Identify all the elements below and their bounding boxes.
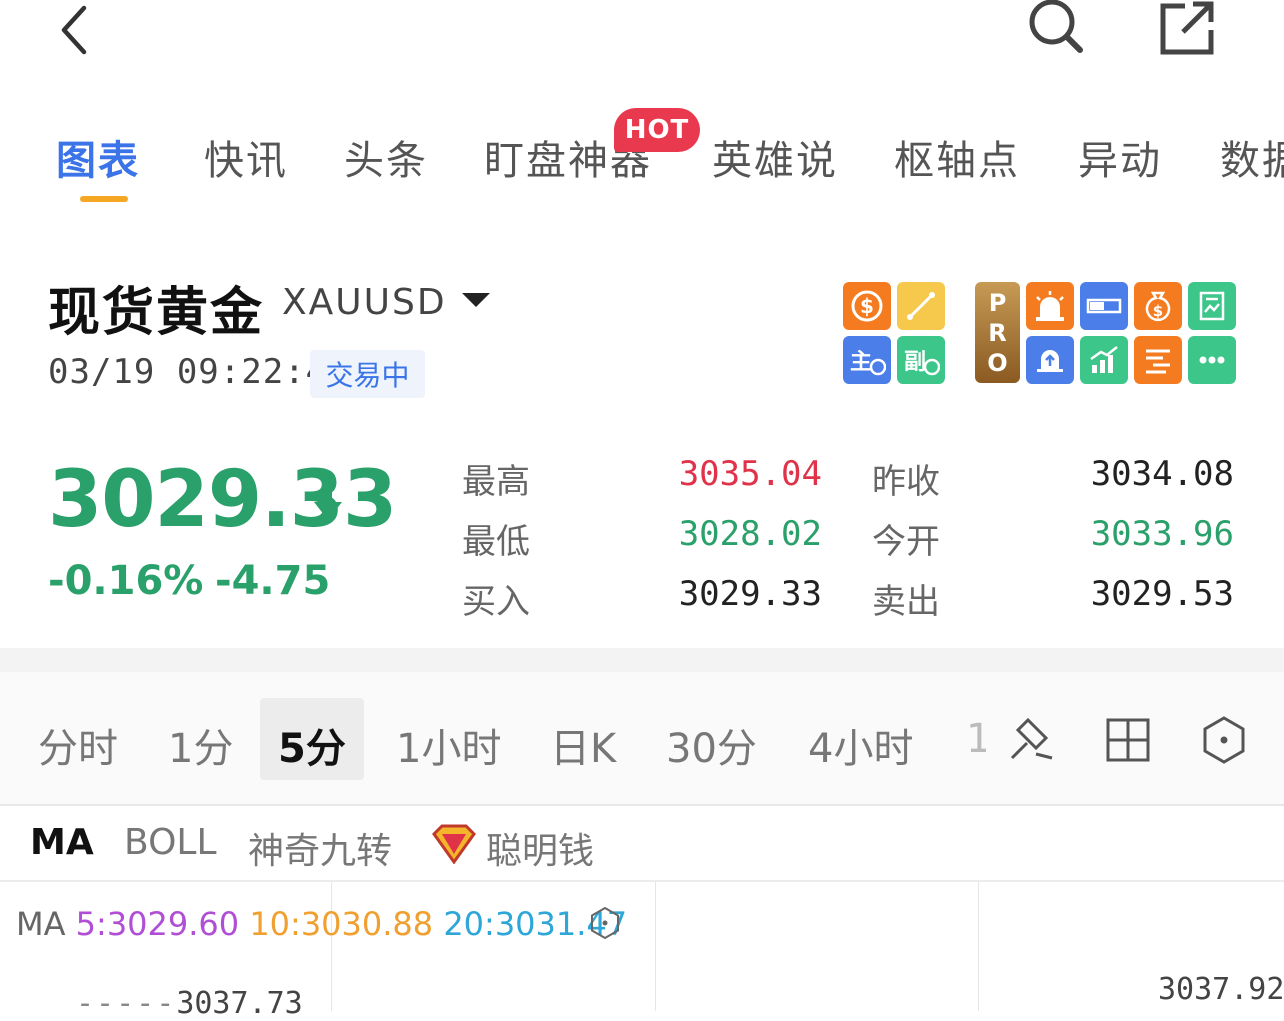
tab-movers[interactable]: 异动 (1078, 128, 1162, 186)
period-30m[interactable]: 30分 (666, 716, 757, 774)
stat-label-ask: 卖出 (872, 582, 940, 622)
chevron-left-icon[interactable] (50, 2, 98, 58)
trend-icon[interactable] (1080, 336, 1128, 384)
price-level-left-value: 3037.73 (176, 986, 303, 1021)
ma-legend: MA 5:3029.60 10:3030.88 20:3031.47 (16, 905, 627, 943)
svg-text:副: 副 (904, 350, 926, 375)
stat-value-open: 3033.96 (1090, 514, 1234, 554)
chart-gridline (978, 882, 979, 1011)
main-force-icon[interactable]: 主 (843, 336, 891, 384)
pro-badge[interactable]: P R O (975, 282, 1020, 383)
period-1m[interactable]: 1分 (168, 716, 233, 774)
search-icon[interactable] (1026, 0, 1086, 56)
draw-tool-icon[interactable] (1004, 712, 1060, 768)
change-percent: -0.16% (48, 558, 204, 604)
tab-data[interactable]: 数据 (1220, 128, 1284, 186)
ma5-value: 5:3029.60 (75, 905, 240, 943)
price-level-left: -----3037.73 (76, 986, 303, 1021)
instrument-symbol[interactable]: XAUUSD (282, 282, 447, 323)
sub-chart-icon[interactable]: 副 (897, 336, 945, 384)
ma-settings-icon[interactable] (588, 906, 622, 944)
indicator-boll[interactable]: BOLL (124, 822, 217, 863)
indicator-bar: MA BOLL 神奇九转 聪明钱 (0, 806, 1284, 882)
stat-label-open: 今开 (872, 522, 940, 562)
ma-prefix: MA (16, 905, 66, 943)
period-bar: 分时 1分 5分 1小时 日K 30分 4小时 1 (0, 672, 1284, 806)
quote-time: 03/19 09:22:42 (48, 352, 349, 392)
stat-label-high: 最高 (462, 462, 530, 502)
status-badge: 交易中 (310, 350, 425, 398)
bell-icon[interactable] (1026, 336, 1074, 384)
ruler-icon[interactable] (897, 282, 945, 330)
svg-text:主: 主 (850, 350, 872, 375)
dashed-marker: ----- (76, 986, 177, 1021)
last-price: 3029.33 (48, 455, 397, 545)
period-daily[interactable]: 日K (550, 716, 616, 774)
bars-icon[interactable] (1134, 336, 1182, 384)
svg-text:$: $ (860, 294, 874, 318)
caret-down-icon[interactable] (462, 293, 490, 307)
stat-value-low: 3028.02 (678, 514, 822, 554)
indicator-ma[interactable]: MA (30, 822, 94, 863)
chart-gridline (331, 882, 332, 1011)
period-5m[interactable]: 5分 (278, 716, 346, 774)
diamond-icon (430, 824, 478, 868)
arrow-down-icon (312, 480, 344, 526)
ma10-value: 10:3030.88 (249, 905, 434, 943)
stat-value-prev-close: 3034.08 (1090, 454, 1234, 494)
stat-value-ask: 3029.53 (1090, 574, 1234, 614)
chart-gridline (655, 882, 656, 1011)
period-more[interactable]: 1 (966, 716, 986, 762)
period-4h[interactable]: 4小时 (808, 716, 913, 774)
external-link-icon[interactable] (1158, 0, 1218, 56)
stat-label-low: 最低 (462, 522, 530, 562)
svg-text:$: $ (1153, 302, 1163, 320)
more-icon[interactable] (1188, 336, 1236, 384)
hot-badge: HOT (614, 108, 700, 152)
indicator-smart-money[interactable]: 聪明钱 (486, 822, 594, 874)
layout-grid-icon[interactable] (1100, 712, 1156, 768)
pro-letter-o: O (987, 348, 1008, 377)
settings-hexagon-icon[interactable] (1196, 712, 1252, 768)
stat-label-prev-close: 昨收 (872, 462, 940, 502)
section-divider (0, 648, 1284, 672)
dollar-icon[interactable]: $ (843, 282, 891, 330)
period-timeshare[interactable]: 分时 (38, 716, 118, 774)
tab-pivot-points[interactable]: 枢轴点 (894, 128, 1020, 186)
top-bar (0, 0, 1284, 80)
tab-headlines[interactable]: 头条 (344, 128, 428, 186)
indicator-td9[interactable]: 神奇九转 (248, 822, 392, 874)
pro-letter-r: R (988, 318, 1007, 347)
period-1h[interactable]: 1小时 (396, 716, 501, 774)
instrument-name: 现货黄金 (48, 283, 265, 343)
tab-news-flash[interactable]: 快讯 (204, 128, 288, 186)
active-tab-indicator (80, 196, 128, 202)
tab-chart[interactable]: 图表 (56, 128, 140, 186)
ticket-icon[interactable] (1080, 282, 1128, 330)
stat-value-high: 3035.04 (678, 454, 822, 494)
stat-label-bid: 买入 (462, 582, 530, 622)
pro-letter-p: P (988, 288, 1007, 317)
change-amount: -4.75 (215, 558, 331, 604)
stat-value-bid: 3029.33 (678, 574, 822, 614)
coin-bag-icon[interactable]: $ (1134, 282, 1182, 330)
report-icon[interactable] (1188, 282, 1236, 330)
tab-heroes[interactable]: 英雄说 (712, 128, 838, 186)
alarm-icon[interactable] (1026, 282, 1074, 330)
price-level-right: 3037.92 (1158, 972, 1284, 1007)
